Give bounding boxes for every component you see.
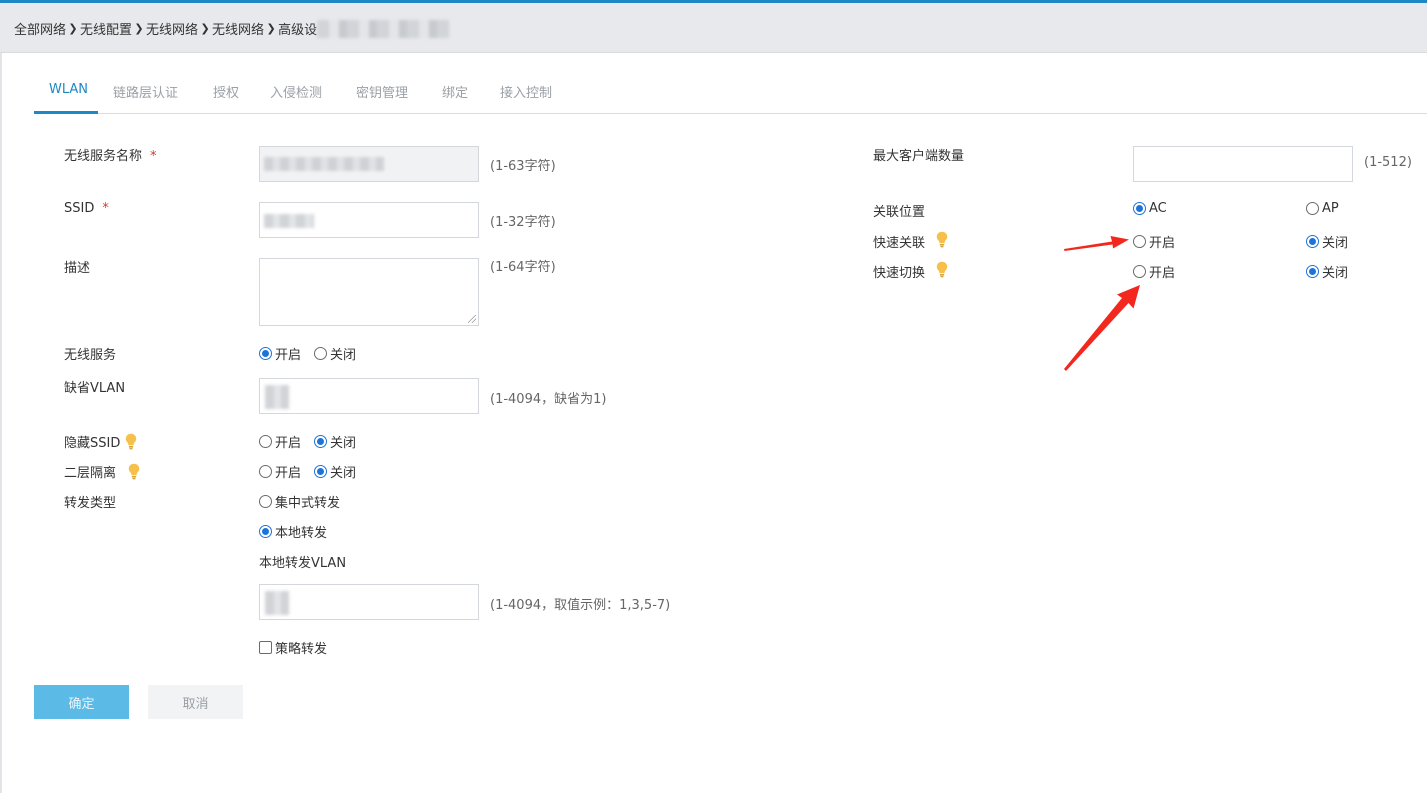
- max-clients-input[interactable]: [1133, 146, 1353, 182]
- lightbulb-icon[interactable]: [936, 261, 948, 278]
- association-location-label: 关联位置: [873, 205, 926, 220]
- redacted-value: [265, 591, 289, 615]
- tab-authorization[interactable]: 授权: [213, 82, 239, 101]
- annotation-arrow-icon: [1064, 285, 1140, 371]
- redacted-value: [265, 385, 289, 409]
- default-vlan-input[interactable]: [259, 378, 479, 414]
- tab-wlan[interactable]: WLAN: [49, 82, 88, 97]
- annotation-arrows: [1064, 236, 1140, 371]
- policy-forwarding-checkbox[interactable]: 策略转发: [259, 638, 327, 657]
- l2-isolation-off-radio[interactable]: 关闭: [314, 462, 356, 481]
- chevron-right-icon: ❯: [68, 22, 78, 35]
- service-name-label: 无线服务名称 *: [64, 149, 157, 164]
- fast-association-off-radio[interactable]: 关闭: [1306, 232, 1348, 251]
- tab-link-auth[interactable]: 链路层认证: [113, 82, 178, 101]
- fast-association-on-radio[interactable]: 开启: [1133, 232, 1175, 251]
- local-forwarding-vlan-label: 本地转发VLAN: [259, 556, 347, 571]
- radio-checked-icon: [1133, 202, 1146, 215]
- redacted-text: [317, 19, 450, 38]
- breadcrumb-bar: 全部网络 ❯ 无线配置 ❯ 无线网络 ❯ 无线网络 ❯ 高级设: [0, 3, 1427, 53]
- association-ac-radio[interactable]: AC: [1133, 201, 1167, 216]
- max-clients-label: 最大客户端数量: [873, 149, 965, 164]
- service-name-input[interactable]: [259, 146, 479, 182]
- tab-key-management[interactable]: 密钥管理: [356, 82, 408, 101]
- radio-unchecked-icon: [1306, 202, 1319, 215]
- required-mark: *: [150, 149, 157, 164]
- ssid-label: SSID *: [64, 201, 109, 216]
- radio-unchecked-icon: [1133, 265, 1146, 278]
- local-forwarding-vlan-hint: (1-4094，取值示例：1,3,5-7): [490, 598, 671, 613]
- radio-checked-icon: [259, 525, 272, 538]
- tab-bar: WLAN 链路层认证 授权 入侵检测 密钥管理 绑定 接入控制: [34, 74, 1427, 114]
- ssid-hint: (1-32字符): [490, 215, 556, 230]
- required-mark: *: [102, 201, 109, 216]
- lightbulb-icon[interactable]: [128, 463, 140, 480]
- resize-handle-icon[interactable]: [468, 315, 476, 323]
- active-tab-indicator: [34, 111, 98, 114]
- local-forwarding-radio[interactable]: 本地转发: [259, 522, 327, 541]
- ssid-input[interactable]: [259, 202, 479, 238]
- l2-isolation-label: 二层隔离: [64, 466, 117, 481]
- radio-checked-icon: [314, 435, 327, 448]
- fast-roaming-off-radio[interactable]: 关闭: [1306, 262, 1348, 281]
- tab-intrusion-detection[interactable]: 入侵检测: [270, 82, 322, 101]
- chevron-right-icon: ❯: [200, 22, 210, 35]
- association-ap-radio[interactable]: AP: [1306, 201, 1339, 216]
- radio-unchecked-icon: [259, 465, 272, 478]
- wireless-service-on-radio[interactable]: 开启: [259, 344, 301, 363]
- chevron-right-icon: ❯: [134, 22, 144, 35]
- radio-unchecked-icon: [314, 347, 327, 360]
- local-forwarding-vlan-input[interactable]: [259, 584, 479, 620]
- redacted-value: [264, 157, 384, 171]
- chevron-right-icon: ❯: [266, 22, 276, 35]
- radio-checked-icon: [314, 465, 327, 478]
- radio-unchecked-icon: [259, 495, 272, 508]
- radio-checked-icon: [259, 347, 272, 360]
- lightbulb-icon[interactable]: [125, 433, 137, 450]
- fast-association-label: 快速关联: [873, 236, 926, 251]
- breadcrumb: 全部网络 ❯ 无线配置 ❯ 无线网络 ❯ 无线网络 ❯ 高级设: [14, 19, 450, 38]
- wireless-service-off-radio[interactable]: 关闭: [314, 344, 356, 363]
- fast-roaming-on-radio[interactable]: 开启: [1133, 262, 1175, 281]
- breadcrumb-item-current: 高级设: [278, 23, 318, 38]
- description-textarea[interactable]: [259, 258, 479, 326]
- breadcrumb-item[interactable]: 无线网络: [212, 19, 264, 38]
- forwarding-type-label: 转发类型: [64, 496, 117, 511]
- hide-ssid-on-radio[interactable]: 开启: [259, 432, 301, 451]
- radio-unchecked-icon: [1133, 235, 1146, 248]
- breadcrumb-item[interactable]: 全部网络: [14, 19, 66, 38]
- breadcrumb-item[interactable]: 无线网络: [146, 19, 198, 38]
- description-label: 描述: [64, 261, 91, 276]
- wireless-service-label: 无线服务: [64, 348, 117, 363]
- centralized-forwarding-radio[interactable]: 集中式转发: [259, 492, 340, 511]
- checkbox-unchecked-icon: [259, 641, 272, 654]
- service-name-hint: (1-63字符): [490, 159, 556, 174]
- description-hint: (1-64字符): [490, 260, 556, 275]
- max-clients-hint: (1-512): [1364, 155, 1412, 170]
- fast-roaming-label: 快速切换: [873, 266, 926, 281]
- left-border: [0, 53, 2, 793]
- redacted-value: [264, 214, 314, 228]
- default-vlan-label: 缺省VLAN: [64, 381, 126, 396]
- default-vlan-hint: (1-4094，缺省为1): [490, 392, 607, 407]
- breadcrumb-item[interactable]: 无线配置: [80, 19, 132, 38]
- radio-checked-icon: [1306, 235, 1319, 248]
- hide-ssid-label: 隐藏SSID: [64, 436, 121, 451]
- hide-ssid-off-radio[interactable]: 关闭: [314, 432, 356, 451]
- radio-unchecked-icon: [259, 435, 272, 448]
- l2-isolation-on-radio[interactable]: 开启: [259, 462, 301, 481]
- tab-binding[interactable]: 绑定: [442, 82, 468, 101]
- lightbulb-icon[interactable]: [936, 231, 948, 248]
- radio-checked-icon: [1306, 265, 1319, 278]
- tab-access-control[interactable]: 接入控制: [500, 82, 552, 101]
- cancel-button[interactable]: 取消: [148, 685, 243, 719]
- confirm-button[interactable]: 确定: [34, 685, 129, 719]
- annotation-arrow-icon: [1064, 236, 1129, 251]
